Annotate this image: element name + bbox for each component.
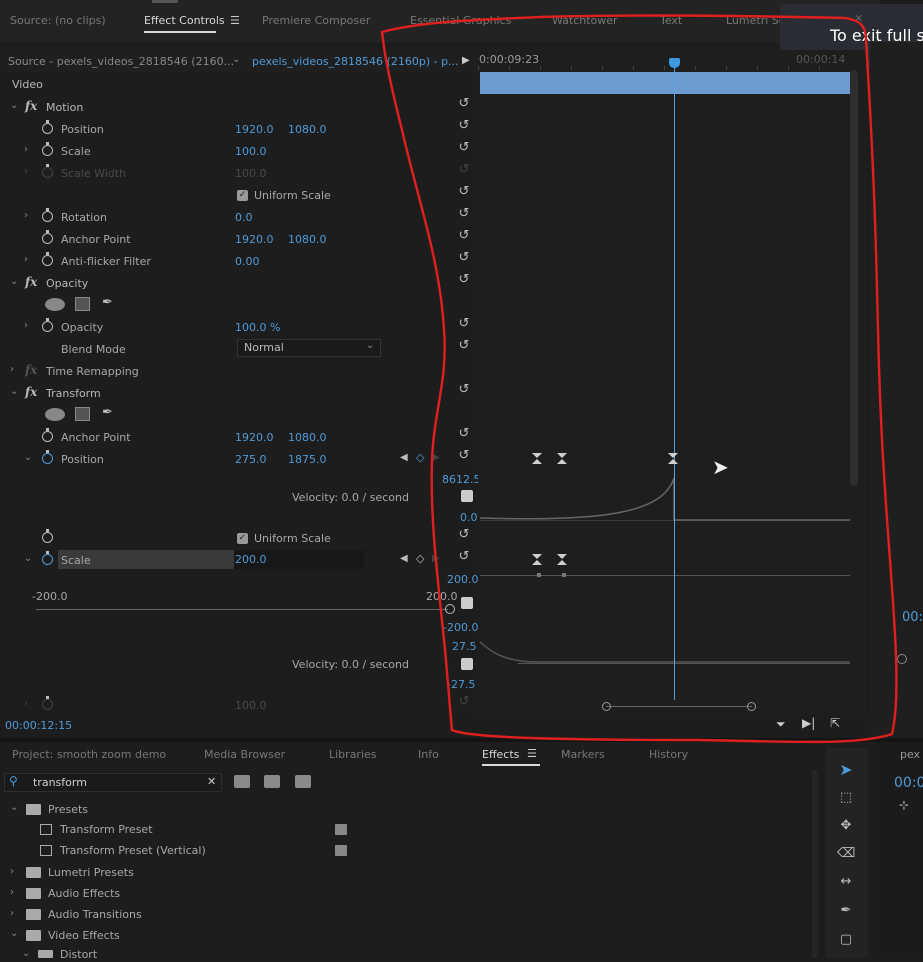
annotation-outline: [380, 14, 898, 744]
